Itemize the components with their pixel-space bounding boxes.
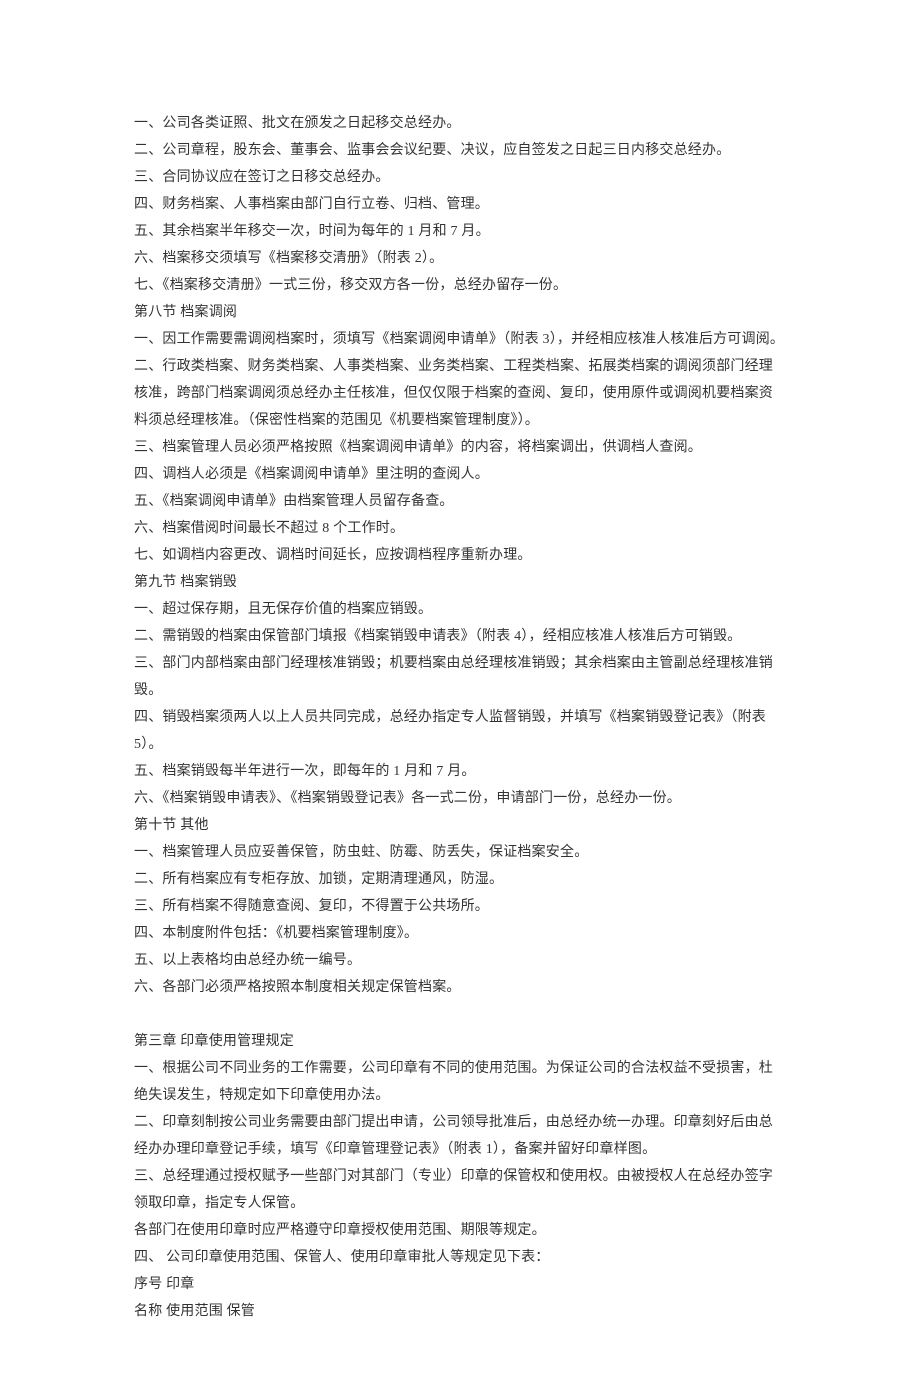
paragraph-line: 三、档案管理人员必须严格按照《档案调阅申请单》的内容，将档案调出，供调档人查阅。 [134, 434, 786, 461]
paragraph-line: 五、其余档案半年移交一次，时间为每年的 1 月和 7 月。 [134, 218, 786, 245]
paragraph-line: 四、财务档案、人事档案由部门自行立卷、归档、管理。 [134, 191, 786, 218]
paragraph-line: 一、因工作需要需调阅档案时，须填写《档案调阅申请单》（附表 3），并经相应核准人… [134, 326, 786, 353]
paragraph-line: 三、部门内部档案由部门经理核准销毁；机要档案由总经理核准销毁；其余档案由主管副总… [134, 650, 786, 704]
paragraph-line: 一、公司各类证照、批文在颁发之日起移交总经办。 [134, 110, 786, 137]
paragraph-line: 三、合同协议应在签订之日移交总经办。 [134, 164, 786, 191]
paragraph-line: 七、如调档内容更改、调档时间延长，应按调档程序重新办理。 [134, 542, 786, 569]
document-page: 一、公司各类证照、批文在颁发之日起移交总经办。二、公司章程，股东会、董事会、监事… [0, 0, 920, 1385]
paragraph-line: 四、本制度附件包括：《机要档案管理制度》。 [134, 920, 786, 947]
paragraph-line: 一、档案管理人员应妥善保管，防虫蛀、防霉、防丢失，保证档案安全。 [134, 839, 786, 866]
paragraph-line: 一、根据公司不同业务的工作需要，公司印章有不同的使用范围。为保证公司的合法权益不… [134, 1055, 786, 1109]
paragraph-line: 二、行政类档案、财务类档案、人事类档案、业务类档案、工程类档案、拓展类档案的调阅… [134, 353, 786, 434]
paragraph-line: 名称 使用范围 保管 [134, 1298, 786, 1325]
paragraph-line: 第九节 档案销毁 [134, 569, 786, 596]
paragraph-line: 五、档案销毁每半年进行一次，即每年的 1 月和 7 月。 [134, 758, 786, 785]
paragraph-line: 六、档案借阅时间最长不超过 8 个工作时。 [134, 515, 786, 542]
paragraph-line: 序号 印章 [134, 1271, 786, 1298]
blank-line [134, 1001, 786, 1028]
paragraph-line: 二、公司章程，股东会、董事会、监事会会议纪要、决议，应自签发之日起三日内移交总经… [134, 137, 786, 164]
paragraph-line: 六、各部门必须严格按照本制度相关规定保管档案。 [134, 974, 786, 1001]
paragraph-line: 六、《档案销毁申请表》、《档案销毁登记表》各一式二份，申请部门一份，总经办一份。 [134, 785, 786, 812]
paragraph-line: 各部门在使用印章时应严格遵守印章授权使用范围、期限等规定。 [134, 1217, 786, 1244]
document-body: 一、公司各类证照、批文在颁发之日起移交总经办。二、公司章程，股东会、董事会、监事… [134, 110, 786, 1325]
paragraph-line: 三、总经理通过授权赋予一些部门对其部门（专业）印章的保管权和使用权。由被授权人在… [134, 1163, 786, 1217]
paragraph-line: 四、销毁档案须两人以上人员共同完成，总经办指定专人监督销毁，并填写《档案销毁登记… [134, 704, 786, 758]
paragraph-line: 五、以上表格均由总经办统一编号。 [134, 947, 786, 974]
paragraph-line: 七、《档案移交清册》一式三份，移交双方各一份，总经办留存一份。 [134, 272, 786, 299]
paragraph-line: 五、《档案调阅申请单》由档案管理人员留存备查。 [134, 488, 786, 515]
paragraph-line: 四、 公司印章使用范围、保管人、使用印章审批人等规定见下表： [134, 1244, 786, 1271]
paragraph-line: 二、需销毁的档案由保管部门填报《档案销毁申请表》（附表 4），经相应核准人核准后… [134, 623, 786, 650]
paragraph-line: 二、所有档案应有专柜存放、加锁，定期清理通风，防湿。 [134, 866, 786, 893]
paragraph-line: 第八节 档案调阅 [134, 299, 786, 326]
paragraph-line: 二、印章刻制按公司业务需要由部门提出申请，公司领导批准后，由总经办统一办理。印章… [134, 1109, 786, 1163]
paragraph-line: 一、超过保存期，且无保存价值的档案应销毁。 [134, 596, 786, 623]
paragraph-line: 四、调档人必须是《档案调阅申请单》里注明的查阅人。 [134, 461, 786, 488]
paragraph-line: 第三章 印章使用管理规定 [134, 1028, 786, 1055]
paragraph-line: 第十节 其他 [134, 812, 786, 839]
paragraph-line: 六、档案移交须填写《档案移交清册》（附表 2）。 [134, 245, 786, 272]
paragraph-line: 三、所有档案不得随意查阅、复印，不得置于公共场所。 [134, 893, 786, 920]
